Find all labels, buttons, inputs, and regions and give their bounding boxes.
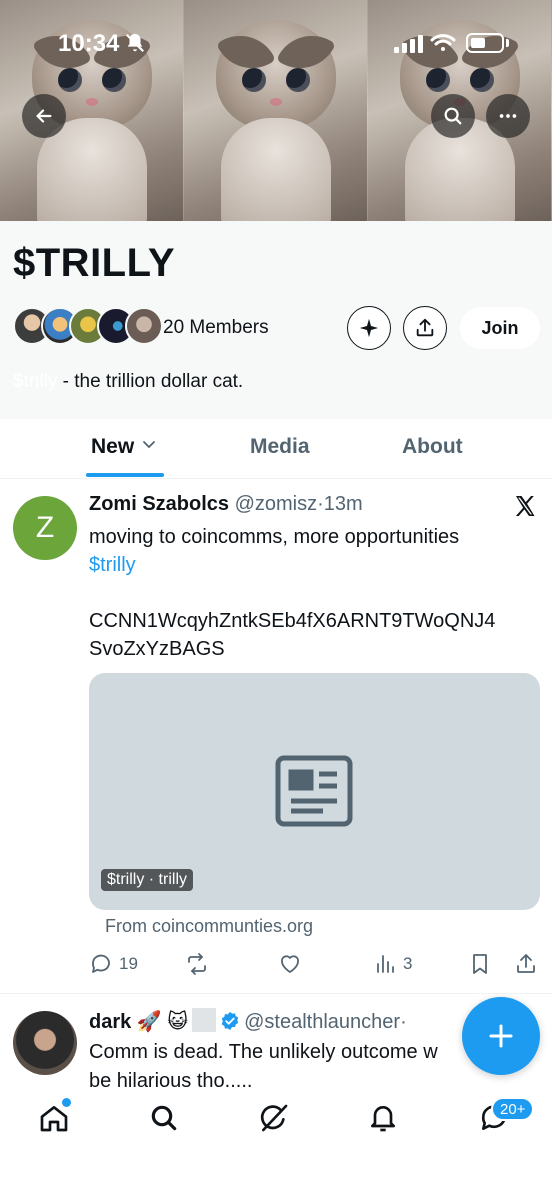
community-tabs: New Media About (0, 419, 552, 479)
card-label: $trilly · trilly (101, 869, 193, 891)
search-icon (151, 1105, 177, 1131)
share-icon (517, 954, 535, 973)
compose-post-button[interactable] (462, 997, 540, 1075)
repost-icon (188, 953, 206, 975)
reply-count: 19 (119, 954, 138, 973)
author-handle[interactable]: @stealthlauncher (244, 1011, 400, 1033)
post-header: dark 🚀 😺 @stealthlauncher· (89, 1008, 407, 1034)
author-handle[interactable]: @zomisz (235, 493, 318, 515)
silent-bell-icon (125, 33, 145, 53)
post-cashtag[interactable]: $trilly (89, 551, 539, 579)
bell-icon (371, 1106, 395, 1132)
arrow-left-icon (36, 109, 52, 123)
tab-new-label: New (91, 435, 135, 458)
post-time-separator: · (317, 493, 324, 515)
post-actions: 19 3 (89, 950, 539, 980)
views-count: 3 (403, 954, 413, 973)
member-avatar (125, 307, 163, 345)
link-card[interactable]: $trilly · trilly (89, 673, 540, 910)
reply-button[interactable]: 19 (89, 950, 138, 978)
author-name[interactable]: Zomi Szabolcs (89, 493, 229, 515)
community-title: $TRILLY (13, 241, 176, 285)
share-community-button[interactable] (403, 306, 447, 350)
like-button[interactable] (278, 950, 302, 978)
description-cashtag[interactable]: $trilly (13, 371, 57, 392)
nav-notifications[interactable] (367, 1102, 403, 1138)
post-address-line: SvoZxYzBAGS (89, 638, 225, 660)
bookmark-button[interactable] (468, 950, 492, 978)
verified-badge-icon (221, 1011, 239, 1031)
chevron-down-icon (143, 441, 156, 449)
views-bar-chart-icon (377, 955, 394, 973)
custom-emoji (192, 1008, 217, 1032)
bookmark-icon (473, 954, 487, 974)
post-header: Zomi Szabolcs @zomisz·13m (89, 493, 363, 516)
community-header: $TRILLY 20 Members Join $trilly - the tr… (0, 221, 552, 419)
plus-icon (489, 1024, 513, 1048)
sparkle-icon (359, 318, 379, 338)
author-name[interactable]: dark 🚀 😺 (89, 1011, 188, 1033)
article-icon (275, 755, 353, 827)
share-post-button[interactable] (514, 950, 538, 978)
post-text-line: moving to coincomms, more opportunities (89, 526, 460, 548)
nav-search[interactable] (148, 1102, 184, 1138)
heart-icon (281, 955, 299, 973)
members-count[interactable]: 20 Members (163, 317, 269, 339)
wifi-icon (430, 34, 456, 51)
back-button[interactable] (22, 94, 66, 138)
grok-sparkle-button[interactable] (347, 306, 391, 350)
nav-home[interactable] (38, 1102, 74, 1138)
repost-button[interactable] (185, 950, 209, 978)
more-dots-icon (499, 114, 517, 118)
avatar[interactable]: Z (13, 496, 77, 560)
tab-new[interactable]: New (91, 435, 156, 459)
bottom-navigation: 20+ (0, 1090, 552, 1200)
post-address-line: CCNN1WcqyhZntkSEb4fX6ARNT9TWoQNJ4 (89, 610, 496, 632)
grok-icon (260, 1104, 288, 1132)
post-time-separator: · (400, 1011, 407, 1033)
post-time[interactable]: 13m (324, 493, 363, 515)
active-tab-indicator (86, 473, 164, 477)
nav-grok[interactable] (258, 1102, 294, 1138)
home-notification-dot (62, 1098, 71, 1107)
tab-about[interactable]: About (402, 435, 463, 459)
status-bar: 10:34 (0, 0, 552, 90)
post[interactable]: Z Zomi Szabolcs @zomisz·13m moving to co… (0, 480, 552, 994)
join-button[interactable]: Join (460, 307, 540, 349)
cell-signal-icon (394, 35, 423, 53)
search-icon (444, 107, 462, 125)
tab-media[interactable]: Media (250, 435, 310, 459)
description-text: - the trillion dollar cat. (57, 371, 244, 392)
battery-tip (506, 39, 509, 47)
more-options-button[interactable] (486, 94, 530, 138)
card-source[interactable]: From coincommunties.org (105, 916, 313, 937)
x-logo-icon[interactable] (513, 494, 537, 518)
messages-badge: 20+ (491, 1097, 535, 1121)
search-button[interactable] (431, 94, 475, 138)
community-description: $trilly - the trillion dollar cat. (13, 371, 243, 393)
views-button[interactable]: 3 (373, 950, 412, 978)
post-text: moving to coincomms, more opportunities … (89, 523, 539, 663)
reply-icon (92, 954, 110, 973)
share-icon (416, 318, 434, 337)
post-text-spacer (89, 579, 539, 607)
status-time: 10:34 (58, 30, 120, 57)
battery-icon (466, 33, 504, 53)
avatar[interactable] (13, 1011, 77, 1075)
